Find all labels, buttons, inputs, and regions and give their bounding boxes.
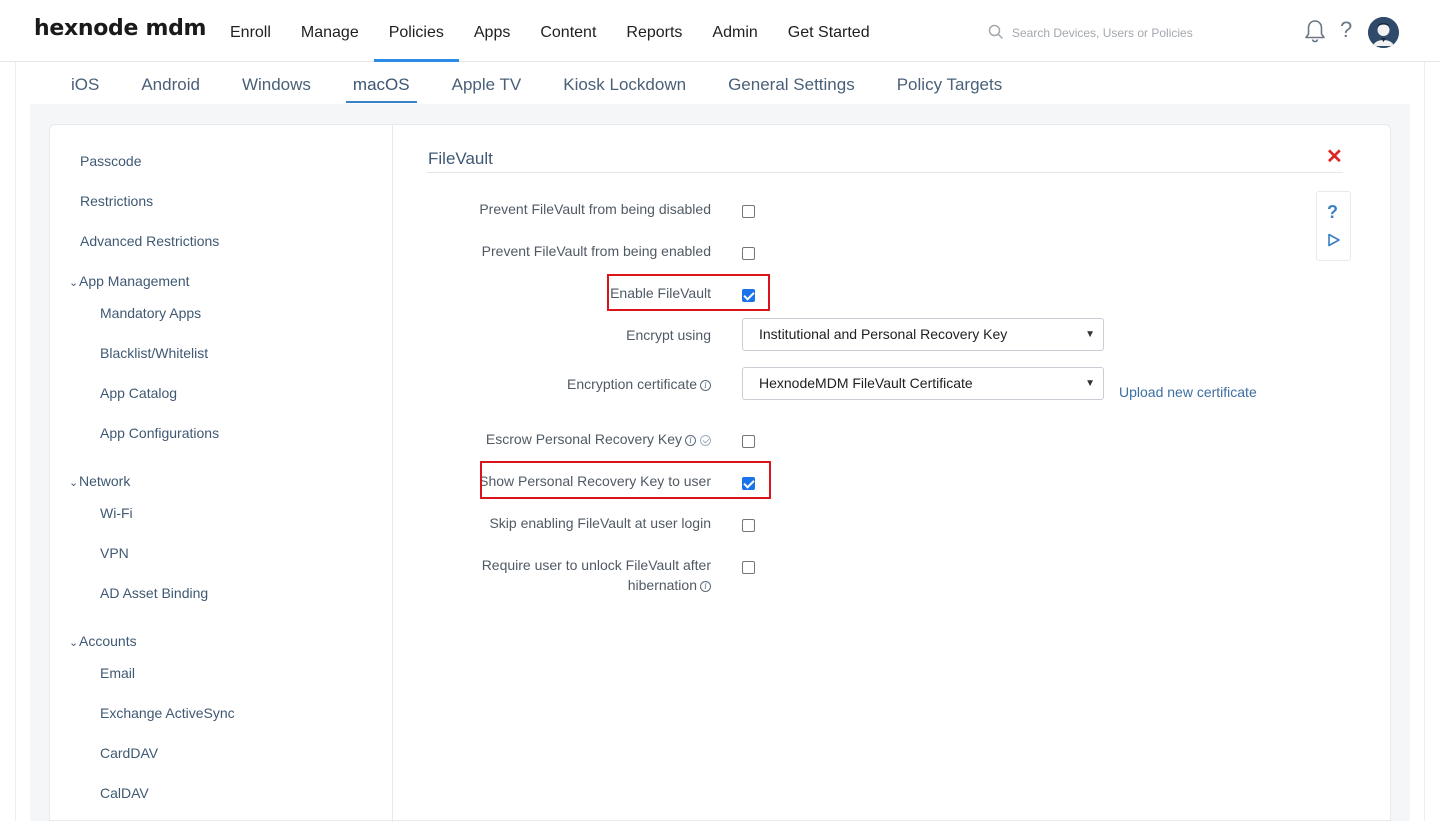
panel-title: FileVault xyxy=(428,149,493,168)
sidebar-group-app-management[interactable]: ⌄App Management xyxy=(69,273,190,289)
tab-apple-tv[interactable]: Apple TV xyxy=(452,62,522,104)
sidebar-item-app-configurations[interactable]: App Configurations xyxy=(100,425,219,441)
escrow-label: Escrow Personal Recovery Key xyxy=(485,431,682,447)
upload-certificate-link[interactable]: Upload new certificate xyxy=(1119,384,1257,400)
prevent-disable-checkbox[interactable] xyxy=(742,205,755,218)
help-panel: ? xyxy=(1316,191,1351,261)
require-unlock-label-line1: Require user to unlock FileVault after xyxy=(481,557,711,573)
sidebar-item-wifi[interactable]: Wi-Fi xyxy=(100,505,133,521)
prevent-enable-label: Prevent FileVault from being enabled xyxy=(481,243,711,259)
hexnode-logo[interactable]: hexnode mdm xyxy=(34,16,206,41)
tab-kiosk-lockdown[interactable]: Kiosk Lockdown xyxy=(563,62,686,104)
sidebar-item-caldav[interactable]: CalDAV xyxy=(100,785,149,801)
verified-icon xyxy=(700,434,711,446)
tab-windows[interactable]: Windows xyxy=(242,62,311,104)
encryption-certificate-value: HexnodeMDM FileVault Certificate xyxy=(759,375,973,391)
enable-filevault-label: Enable FileVault xyxy=(610,285,711,301)
sidebar-item-ad-asset-binding[interactable]: AD Asset Binding xyxy=(100,585,208,601)
sidebar-item-advanced-restrictions[interactable]: Advanced Restrictions xyxy=(80,233,219,249)
encryption-certificate-label-row: Encryption certificate i xyxy=(567,374,711,394)
top-navigation-bar: hexnode mdm Enroll Manage Policies Apps … xyxy=(0,0,1440,62)
help-icon[interactable]: ? xyxy=(1327,202,1338,223)
global-search[interactable] xyxy=(986,22,1246,44)
sidebar-item-restrictions[interactable]: Restrictions xyxy=(80,193,153,209)
sidebar-item-passcode[interactable]: Passcode xyxy=(80,153,141,169)
search-icon xyxy=(988,24,1004,45)
sidebar-group-network[interactable]: ⌄Network xyxy=(69,473,130,489)
encryption-certificate-label: Encryption certificate xyxy=(567,376,697,392)
nav-content[interactable]: Content xyxy=(525,0,611,62)
require-unlock-label-line2-row: hibernation i xyxy=(628,575,711,595)
chevron-down-icon: ⌄ xyxy=(69,277,79,289)
tab-general-settings[interactable]: General Settings xyxy=(728,62,855,104)
sidebar-item-exchange-activesync[interactable]: Exchange ActiveSync xyxy=(100,705,235,721)
play-video-icon[interactable] xyxy=(1327,233,1341,252)
user-avatar[interactable] xyxy=(1368,17,1399,48)
info-icon[interactable]: i xyxy=(700,580,711,592)
skip-login-label: Skip enabling FileVault at user login xyxy=(489,515,711,531)
info-icon[interactable]: i xyxy=(700,379,711,391)
sidebar-item-app-catalog[interactable]: App Catalog xyxy=(100,385,177,401)
chevron-down-icon: ▼ xyxy=(1085,329,1095,340)
show-key-checkbox[interactable] xyxy=(742,477,755,490)
sidebar-item-blacklist-whitelist[interactable]: Blacklist/Whitelist xyxy=(100,345,208,361)
nav-enroll[interactable]: Enroll xyxy=(215,0,286,62)
encryption-certificate-select[interactable]: HexnodeMDM FileVault Certificate ▼ xyxy=(742,367,1104,400)
info-icon[interactable]: i xyxy=(685,434,696,446)
escrow-checkbox[interactable] xyxy=(742,435,755,448)
sidebar-item-vpn[interactable]: VPN xyxy=(100,545,129,561)
policy-sidebar: Passcode Restrictions Advanced Restricti… xyxy=(50,125,393,822)
tab-macos[interactable]: macOS xyxy=(345,62,417,104)
escrow-label-row: Escrow Personal Recovery Key i xyxy=(486,429,711,449)
nav-policies[interactable]: Policies xyxy=(373,0,460,62)
tab-android[interactable]: Android xyxy=(141,62,200,104)
nav-get-started[interactable]: Get Started xyxy=(773,0,885,62)
sidebar-group-accounts[interactable]: ⌄Accounts xyxy=(69,633,137,649)
sidebar-item-mandatory-apps[interactable]: Mandatory Apps xyxy=(100,305,201,321)
main-nav: Enroll Manage Policies Apps Content Repo… xyxy=(215,0,885,62)
require-unlock-label-line2: hibernation xyxy=(627,577,697,593)
nav-reports[interactable]: Reports xyxy=(611,0,697,62)
prevent-disable-label: Prevent FileVault from being disabled xyxy=(479,201,711,217)
chevron-down-icon: ▼ xyxy=(1085,378,1095,389)
sidebar-item-carddav[interactable]: CardDAV xyxy=(100,745,158,761)
bell-icon[interactable] xyxy=(1304,19,1326,48)
platform-tabs: iOS Android Windows macOS Apple TV Kiosk… xyxy=(56,62,1044,104)
skip-login-checkbox[interactable] xyxy=(742,519,755,532)
tab-policy-targets[interactable]: Policy Targets xyxy=(897,62,1003,104)
sidebar-group-label: Accounts xyxy=(79,633,137,649)
chevron-down-icon: ⌄ xyxy=(69,477,79,489)
nav-apps[interactable]: Apps xyxy=(459,0,525,62)
encrypt-using-label: Encrypt using xyxy=(626,327,711,343)
prevent-enable-checkbox[interactable] xyxy=(742,247,755,260)
help-icon[interactable]: ? xyxy=(1340,17,1352,43)
search-input[interactable] xyxy=(1012,22,1242,44)
sidebar-group-label: App Management xyxy=(79,273,190,289)
nav-admin[interactable]: Admin xyxy=(697,0,772,62)
encrypt-using-value: Institutional and Personal Recovery Key xyxy=(759,326,1008,342)
enable-filevault-checkbox[interactable] xyxy=(742,289,755,302)
show-key-label: Show Personal Recovery Key to user xyxy=(479,473,711,489)
encrypt-using-select[interactable]: Institutional and Personal Recovery Key … xyxy=(742,318,1104,351)
panel-divider xyxy=(427,172,1343,173)
nav-manage[interactable]: Manage xyxy=(286,0,374,62)
tab-ios[interactable]: iOS xyxy=(71,62,99,104)
chevron-down-icon: ⌄ xyxy=(69,637,79,649)
close-icon[interactable]: ✕ xyxy=(1326,147,1343,167)
policy-card: Passcode Restrictions Advanced Restricti… xyxy=(49,124,1391,822)
sidebar-item-email[interactable]: Email xyxy=(100,665,135,681)
sidebar-group-label: Network xyxy=(79,473,131,489)
require-unlock-checkbox[interactable] xyxy=(742,561,755,574)
